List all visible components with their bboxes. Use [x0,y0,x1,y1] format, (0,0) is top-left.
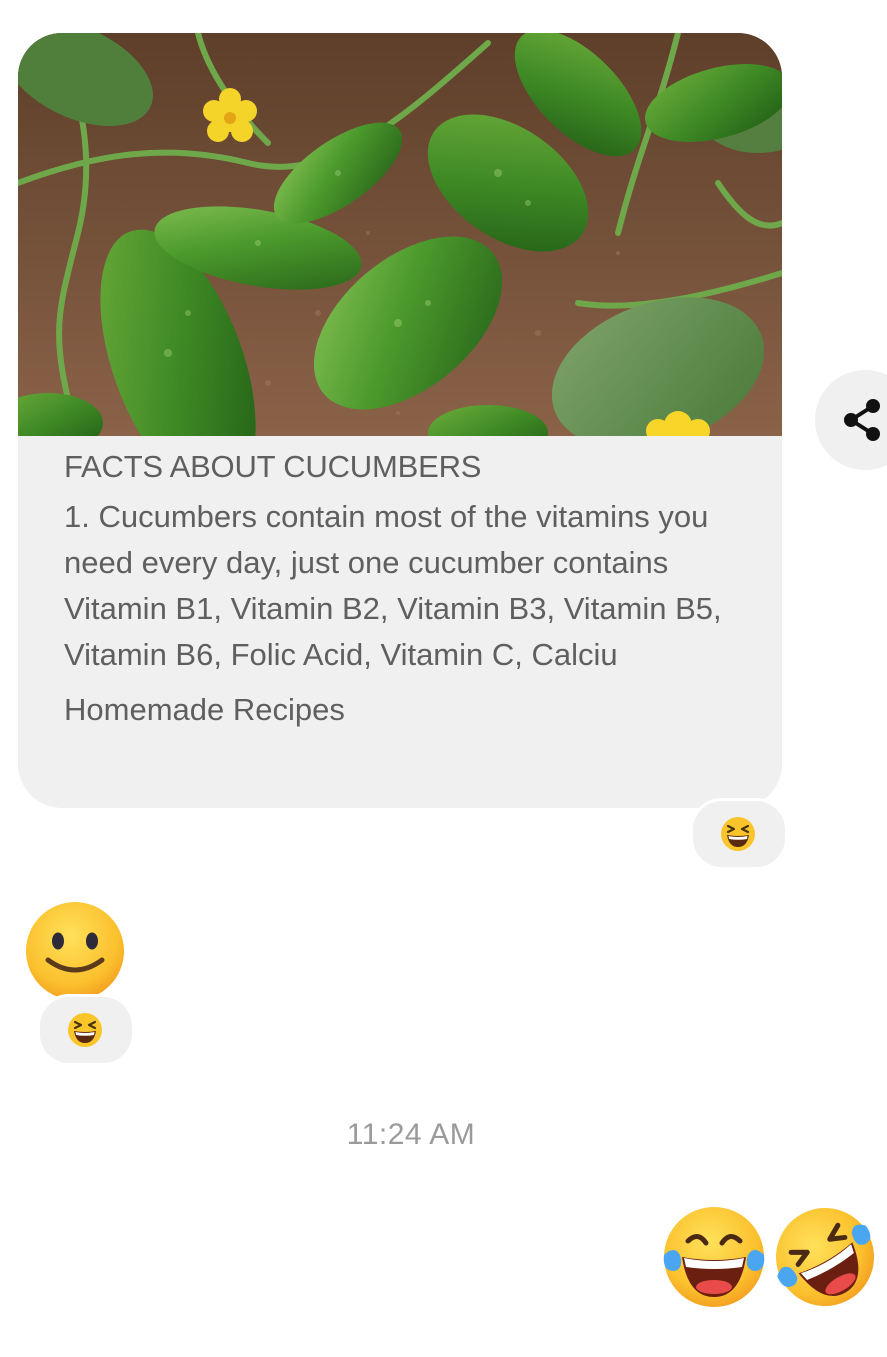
sent-emoji-message[interactable] [660,1205,768,1314]
message-reaction[interactable] [690,798,788,870]
grinning-squinting-face-icon [721,817,755,851]
card-body: FACTS ABOUT CUCUMBERS 1. Cucumbers conta… [64,450,754,730]
link-preview-card[interactable]: FACTS ABOUT CUCUMBERS 1. Cucumbers conta… [18,33,782,808]
face-with-tears-of-joy-icon [663,1207,765,1307]
share-icon [844,399,880,441]
card-image[interactable] [18,33,782,436]
rolling-on-floor-laughing-icon [776,1208,874,1306]
message-reaction[interactable] [37,994,135,1066]
share-button[interactable] [815,370,887,470]
grinning-squinting-face-icon [68,1013,102,1047]
card-title: FACTS ABOUT CUCUMBERS [64,449,482,484]
sent-emoji-message[interactable] [772,1204,878,1315]
card-description: 1. Cucumbers contain most of the vitamin… [64,499,722,672]
cucumbers-photo [18,33,782,436]
received-emoji-message[interactable] [24,900,126,1007]
message-timestamp: 11:24 AM [346,1118,476,1151]
card-source: Homemade Recipes [64,692,345,727]
slightly-smiling-face-icon [26,902,124,1000]
